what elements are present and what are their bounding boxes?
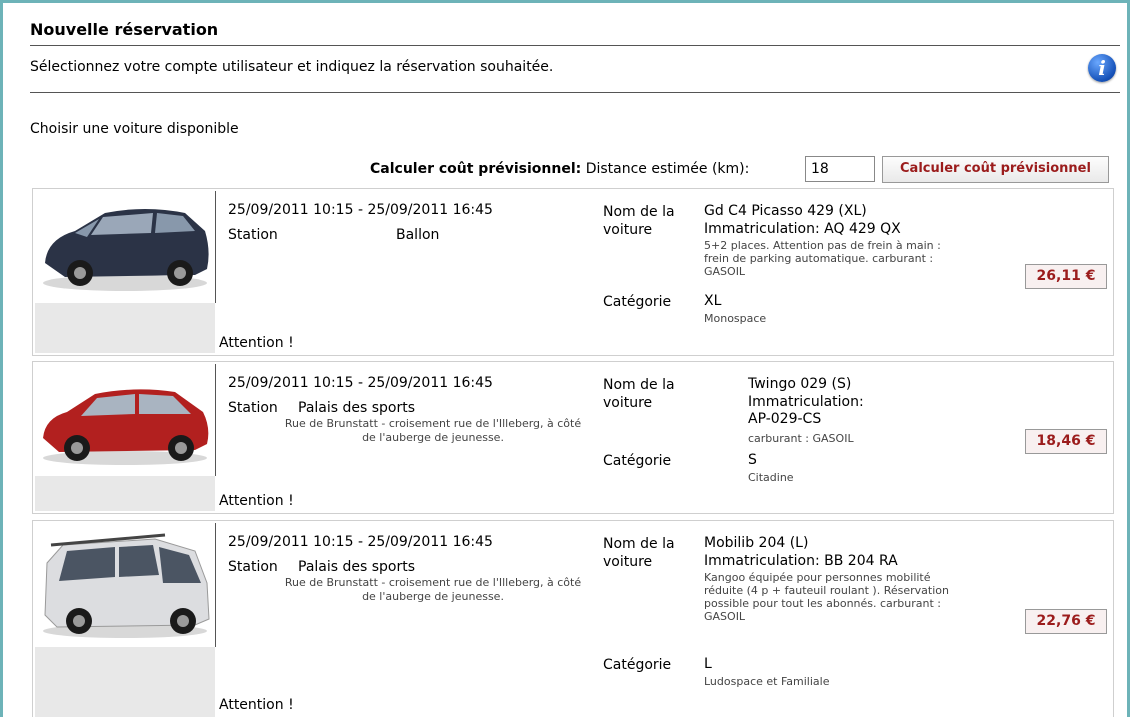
choose-car-label: Choisir une voiture disponible — [30, 121, 239, 137]
car-card[interactable]: 25/09/2011 10:15 - 25/09/2011 16:45 Stat… — [32, 520, 1114, 717]
car-name-label: Nom de la voiture — [603, 204, 675, 238]
page-title: Nouvelle réservation — [30, 20, 1120, 46]
car-plate: Immatriculation: AP-029-CS — [748, 394, 864, 427]
calculate-cost-button[interactable]: Calculer coût prévisionnel — [882, 156, 1109, 183]
distance-input[interactable] — [805, 156, 875, 182]
category-value: S — [748, 452, 757, 468]
station-name: Ballon — [396, 227, 440, 243]
category-label: Catégorie — [603, 294, 672, 310]
price-badge[interactable]: 26,11 € — [1025, 264, 1107, 289]
car-name: Mobilib 204 (L) — [704, 535, 809, 551]
car-description: 5+2 places. Attention pas de frein à mai… — [704, 239, 941, 278]
price-badge[interactable]: 18,46 € — [1025, 429, 1107, 454]
cost-estimate-label-bold: Calculer coût prévisionnel: — [370, 161, 582, 177]
car-photo-column — [35, 364, 216, 511]
car-photo-column — [35, 191, 216, 353]
car-card[interactable]: 25/09/2011 10:15 - 25/09/2011 16:45 Stat… — [32, 361, 1114, 514]
category-label: Catégorie — [603, 453, 672, 469]
category-description: Ludospace et Familiale — [704, 675, 830, 688]
cost-estimate-label: Calculer coût prévisionnel: Distance est… — [370, 161, 749, 177]
booking-dates: 25/09/2011 10:15 - 25/09/2011 16:45 — [228, 375, 493, 391]
price-badge[interactable]: 22,76 € — [1025, 609, 1107, 634]
attention-text: Attention ! — [219, 697, 294, 713]
subtitle-row: Sélectionnez votre compte utilisateur et… — [30, 46, 1120, 93]
station-label: Station — [228, 227, 278, 243]
car-description: carburant : GASOIL — [748, 432, 854, 445]
car-card[interactable]: 25/09/2011 10:15 - 25/09/2011 16:45 Stat… — [32, 188, 1114, 356]
car-name: Twingo 029 (S) — [748, 376, 852, 392]
reservation-panel: Nouvelle réservation Sélectionnez votre … — [30, 20, 1120, 93]
car-photo — [35, 364, 216, 476]
car-name: Gd C4 Picasso 429 (XL) — [704, 203, 867, 219]
booking-dates: 25/09/2011 10:15 - 25/09/2011 16:45 — [228, 202, 493, 218]
car-photo — [35, 191, 216, 303]
station-label: Station — [228, 400, 278, 416]
category-label: Catégorie — [603, 657, 672, 673]
car-plate: Immatriculation: BB 204 RA — [704, 553, 898, 569]
page-subtitle: Sélectionnez votre compte utilisateur et… — [30, 59, 554, 75]
category-value: XL — [704, 293, 722, 309]
distance-label: Distance estimée (km): — [585, 161, 750, 177]
attention-text: Attention ! — [219, 335, 294, 351]
car-photo — [35, 523, 216, 647]
station-address: Rue de Brunstatt - croisement rue de l'I… — [284, 417, 582, 444]
cost-estimate-bar: Calculer coût prévisionnel: Distance est… — [0, 154, 1114, 184]
station-label: Station — [228, 559, 278, 575]
category-value: L — [704, 656, 712, 672]
station-address: Rue de Brunstatt - croisement rue de l'I… — [284, 576, 582, 603]
car-name-label: Nom de la voiture — [603, 377, 675, 411]
car-photo-column — [35, 523, 216, 717]
attention-text: Attention ! — [219, 493, 294, 509]
car-description: Kangoo équipée pour personnes mobilité r… — [704, 571, 949, 623]
category-description: Citadine — [748, 471, 794, 484]
booking-dates: 25/09/2011 10:15 - 25/09/2011 16:45 — [228, 534, 493, 550]
station-name: Palais des sports — [298, 400, 416, 416]
car-plate: Immatriculation: AQ 429 QX — [704, 221, 901, 237]
category-description: Monospace — [704, 312, 767, 325]
info-icon[interactable]: i — [1088, 54, 1116, 82]
car-name-label: Nom de la voiture — [603, 536, 675, 570]
station-name: Palais des sports — [298, 559, 416, 575]
